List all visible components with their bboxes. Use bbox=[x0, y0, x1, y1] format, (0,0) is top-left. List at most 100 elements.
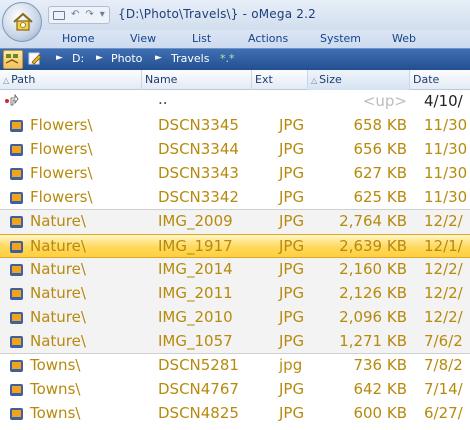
file-date: 12/1/ bbox=[424, 237, 463, 255]
file-path: Flowers\ bbox=[30, 188, 93, 206]
file-ext: JPG bbox=[279, 284, 305, 302]
file-name: IMG_2011 bbox=[158, 284, 233, 302]
file-path: Towns\ bbox=[30, 404, 81, 422]
tab-web[interactable]: Web bbox=[392, 32, 416, 45]
pencil-icon bbox=[28, 52, 42, 65]
tab-home[interactable]: Home bbox=[62, 32, 94, 45]
file-name: DSCN3344 bbox=[158, 140, 239, 158]
file-date: 7/6/2 bbox=[424, 332, 463, 350]
file-date: 4/10/ bbox=[424, 92, 463, 110]
file-ext: JPG bbox=[279, 260, 305, 278]
file-row[interactable]: Nature\ IMG_1057 JPG 1,271 KB 7/6/2 bbox=[0, 330, 470, 354]
file-size: 625 KB bbox=[353, 188, 407, 206]
file-date: 7/8/2 bbox=[424, 356, 463, 374]
file-name: DSCN3345 bbox=[158, 116, 239, 134]
back-icon[interactable]: ↶ bbox=[71, 10, 79, 20]
image-file-icon bbox=[10, 168, 23, 180]
file-name: IMG_2010 bbox=[158, 308, 233, 326]
file-row[interactable]: Flowers\ DSCN3344 JPG 656 KB 11/30 bbox=[0, 138, 470, 162]
file-name: IMG_1057 bbox=[158, 332, 233, 350]
file-ext: jpg bbox=[279, 356, 303, 374]
file-list: .. <up> 4/10/ Flowers\ DSCN3345 JPG 658 … bbox=[0, 90, 470, 430]
file-ext: JPG bbox=[279, 404, 305, 422]
file-row[interactable]: Towns\ DSCN4767 JPG 642 KB 7/14/ bbox=[0, 378, 470, 402]
qat-dropdown-icon[interactable]: ▾ bbox=[100, 10, 105, 20]
file-row[interactable]: Flowers\ DSCN3343 JPG 627 KB 11/30 bbox=[0, 162, 470, 186]
image-file-icon bbox=[10, 216, 23, 228]
column-header-name[interactable]: Name bbox=[142, 70, 252, 90]
file-name: IMG_1917 bbox=[158, 237, 233, 255]
column-header-date[interactable]: Date bbox=[410, 70, 470, 90]
file-size: 2,639 KB bbox=[339, 237, 407, 255]
file-row[interactable]: Nature\ IMG_2010 JPG 2,096 KB 12/2/ bbox=[0, 306, 470, 330]
crumb-drive[interactable]: D: bbox=[72, 52, 84, 65]
file-date: 12/2/ bbox=[424, 260, 463, 278]
file-name: IMG_2014 bbox=[158, 260, 233, 278]
column-header-date-label: Date bbox=[413, 73, 440, 86]
file-date: 12/2/ bbox=[424, 308, 463, 326]
sort-indicator-icon: △ bbox=[3, 76, 10, 85]
file-path: Towns\ bbox=[30, 356, 81, 374]
column-header-ext[interactable]: Ext bbox=[252, 70, 308, 90]
image-file-icon bbox=[10, 241, 23, 253]
crumb-photo[interactable]: Photo bbox=[111, 52, 142, 65]
window-menu-icon[interactable] bbox=[53, 10, 65, 20]
file-name: .. bbox=[158, 90, 168, 108]
column-header-path[interactable]: △ Path bbox=[0, 70, 142, 90]
file-row-selected[interactable]: Nature\ IMG_1917 JPG 2,639 KB 12/1/ bbox=[0, 234, 470, 258]
file-size: 627 KB bbox=[353, 164, 407, 182]
parent-folder-row[interactable]: .. <up> 4/10/ bbox=[0, 90, 470, 114]
file-size: 2,096 KB bbox=[339, 308, 407, 326]
thumbnails-icon bbox=[5, 54, 19, 64]
file-date: 6/27/ bbox=[424, 404, 463, 422]
image-file-icon bbox=[10, 360, 23, 372]
forward-icon[interactable]: ↷ bbox=[85, 10, 93, 20]
file-ext: JPG bbox=[279, 116, 305, 134]
file-row[interactable]: Nature\ IMG_2009 JPG 2,764 KB 12/2/ bbox=[0, 210, 470, 234]
file-path: Nature\ bbox=[30, 308, 86, 326]
file-row[interactable]: Flowers\ DSCN3342 JPG 625 KB 11/30 bbox=[0, 186, 470, 210]
column-header-size[interactable]: △ Size bbox=[308, 70, 410, 90]
file-row[interactable]: Towns\ DSCN4825 JPG 600 KB 6/27/ bbox=[0, 402, 470, 426]
file-path: Nature\ bbox=[30, 212, 86, 230]
file-date: 11/30 bbox=[424, 164, 468, 182]
file-path: Nature\ bbox=[30, 237, 86, 255]
image-file-icon bbox=[10, 336, 23, 348]
column-headers: △ Path Name Ext △ Size Date bbox=[0, 70, 470, 90]
file-ext: JPG bbox=[279, 164, 305, 182]
file-row[interactable]: Flowers\ DSCN3345 JPG 658 KB 11/30 bbox=[0, 114, 470, 138]
column-header-ext-label: Ext bbox=[255, 73, 273, 86]
file-size: 642 KB bbox=[353, 380, 407, 398]
edit-path-button[interactable] bbox=[26, 50, 46, 69]
file-row[interactable]: Nature\ IMG_2014 JPG 2,160 KB 12/2/ bbox=[0, 258, 470, 282]
tab-list[interactable]: List bbox=[192, 32, 211, 45]
file-size: 656 KB bbox=[353, 140, 407, 158]
file-name: DSCN4767 bbox=[158, 380, 239, 398]
file-ext: JPG bbox=[279, 332, 305, 350]
tab-view[interactable]: View bbox=[130, 32, 156, 45]
file-date: 11/30 bbox=[424, 116, 468, 134]
file-date: 12/2/ bbox=[424, 212, 463, 230]
file-date: 11/30 bbox=[424, 188, 468, 206]
file-size: 600 KB bbox=[353, 404, 407, 422]
file-path: Nature\ bbox=[30, 284, 86, 302]
view-mode-button[interactable] bbox=[3, 50, 23, 69]
image-file-icon bbox=[10, 264, 23, 276]
file-ext: JPG bbox=[279, 140, 305, 158]
file-path: Flowers\ bbox=[30, 164, 93, 182]
file-name: DSCN3343 bbox=[158, 164, 239, 182]
crumb-travels[interactable]: Travels bbox=[171, 52, 209, 65]
tab-actions[interactable]: Actions bbox=[248, 32, 288, 45]
file-date: 7/14/ bbox=[424, 380, 463, 398]
file-filter[interactable]: *.* bbox=[220, 52, 235, 65]
file-size: 658 KB bbox=[353, 116, 407, 134]
tab-system[interactable]: System bbox=[320, 32, 361, 45]
file-row[interactable]: Towns\ DSCN5281 jpg 736 KB 7/8/2 bbox=[0, 354, 470, 378]
file-row[interactable]: Nature\ IMG_2011 JPG 2,126 KB 12/2/ bbox=[0, 282, 470, 306]
ribbon-tabs: Home View List Actions System Web bbox=[0, 30, 470, 48]
file-path: Flowers\ bbox=[30, 140, 93, 158]
title-bar: ↶ ↷ ▾ {D:\Photo\Travels\} - oMega 2.2 bbox=[0, 0, 470, 30]
image-file-icon bbox=[10, 312, 23, 324]
file-size: 2,126 KB bbox=[339, 284, 407, 302]
app-menu-button[interactable] bbox=[2, 2, 42, 42]
